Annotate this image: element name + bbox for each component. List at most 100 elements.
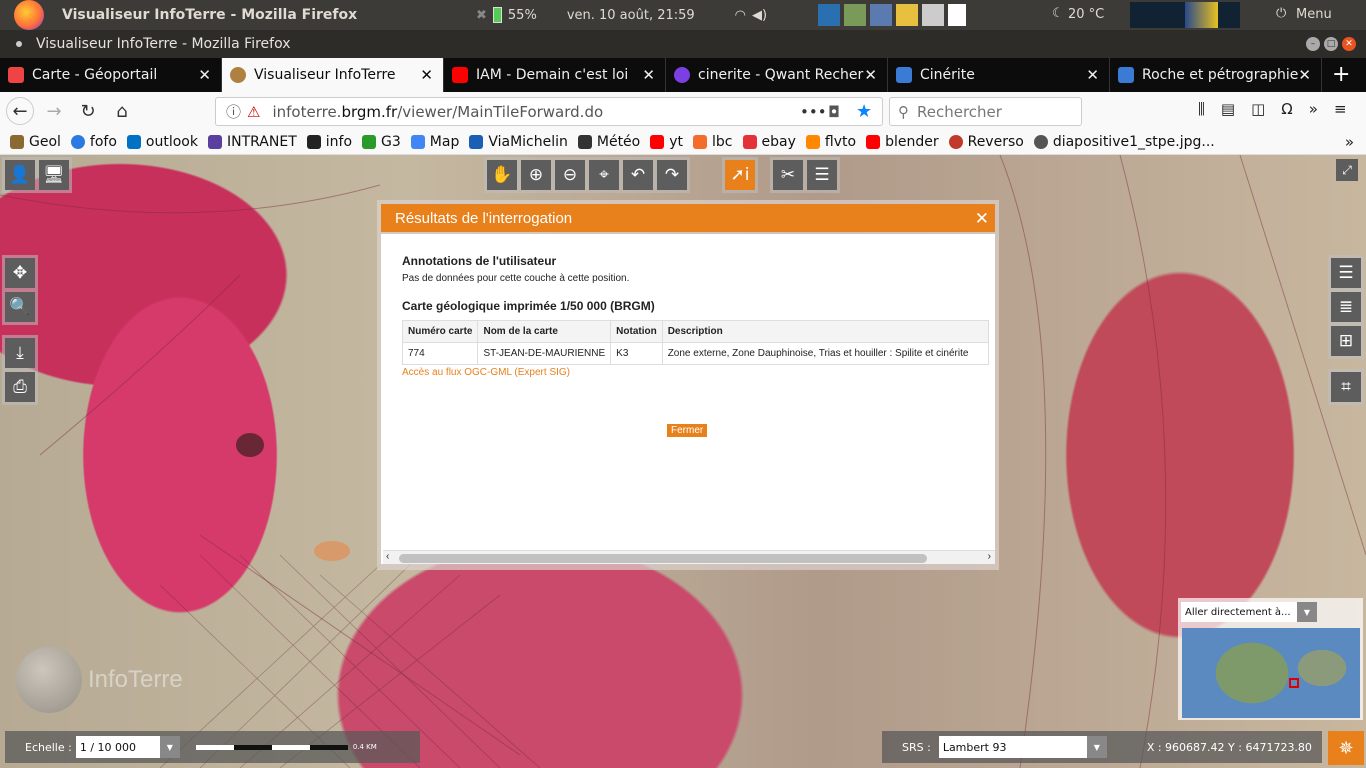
pan-hand-icon[interactable]: ✋ xyxy=(487,160,517,190)
fullscreen-icon[interactable]: ⤢ xyxy=(1336,159,1358,181)
ogc-gml-link[interactable]: Accès au flux OGC-GML (Expert SIG) xyxy=(402,367,570,378)
undo-icon[interactable]: ↶ xyxy=(623,160,653,190)
layers-panel-icon[interactable]: ☰ xyxy=(1331,258,1361,288)
page-actions-icon[interactable]: ••• xyxy=(800,103,827,121)
close-tab-icon[interactable]: ✕ xyxy=(420,66,433,84)
scroll-left-icon[interactable]: ‹ xyxy=(386,551,389,562)
reader-icon[interactable]: ▤ xyxy=(1221,100,1235,118)
search-map-icon[interactable]: 🔍 xyxy=(5,292,35,322)
tab-roche[interactable]: Roche et pétrographie ✕ xyxy=(1110,58,1322,92)
query-info-icon[interactable]: ➚i xyxy=(725,160,755,190)
scale-select[interactable]: 1 / 10 000 ▼ xyxy=(75,736,180,758)
legend-icon[interactable]: ≣ xyxy=(1331,292,1361,322)
bookmark-map[interactable]: Map xyxy=(410,134,459,150)
chevron-down-icon[interactable]: ▼ xyxy=(159,736,180,758)
tab-infoterre[interactable]: Visualiseur InfoTerre ✕ xyxy=(222,58,444,92)
maximize-button[interactable]: □ xyxy=(1324,37,1338,51)
print-icon[interactable]: ⎙ xyxy=(5,372,35,402)
overflow-icon[interactable]: » xyxy=(1309,100,1318,118)
bookmark-outlook[interactable]: outlook xyxy=(126,134,198,150)
srs-select[interactable]: Lambert 93 ▼ xyxy=(938,736,1107,758)
close-tab-icon[interactable]: ✕ xyxy=(1086,66,1099,84)
bookmark-g3[interactable]: G3 xyxy=(362,134,401,150)
minimize-button[interactable]: – xyxy=(1306,37,1320,51)
layers-icon[interactable]: ☰ xyxy=(807,160,837,190)
url-bar[interactable]: ⓘ ⚠ infoterre. brgm.fr/viewer/MainTileFor… xyxy=(215,97,883,126)
search-input[interactable]: ⚲ Rechercher xyxy=(889,97,1082,126)
calculator-icon[interactable] xyxy=(870,4,892,26)
tab-qwant[interactable]: cinerite - Qwant Recher ✕ xyxy=(666,58,888,92)
close-dialog-button[interactable]: Fermer xyxy=(667,424,708,437)
tab-iam[interactable]: IAM - Demain c'est loi ✕ xyxy=(444,58,666,92)
compass-icon[interactable]: ✵ xyxy=(1328,731,1364,765)
scrollbar-thumb[interactable] xyxy=(399,554,927,563)
battery-icon[interactable] xyxy=(492,7,502,23)
info-icon[interactable]: ⓘ xyxy=(226,101,241,122)
redo-icon[interactable]: ↷ xyxy=(657,160,687,190)
bookmarks-overflow-icon[interactable]: » xyxy=(1345,133,1354,151)
close-tab-icon[interactable]: ✕ xyxy=(1298,66,1311,84)
menu-icon[interactable]: ≡ xyxy=(1334,100,1347,118)
sync-icon[interactable]: Ω xyxy=(1281,100,1292,118)
bookmark-blender[interactable]: blender xyxy=(866,134,939,150)
display-icon[interactable]: 🖥 xyxy=(39,160,69,190)
add-layer-icon[interactable]: ⊞ xyxy=(1331,326,1361,356)
bookmark-lbc[interactable]: lbc xyxy=(693,134,733,150)
close-window-button[interactable]: ✕ xyxy=(1342,37,1356,51)
bookmark-intranet[interactable]: INTRANET xyxy=(207,134,297,150)
close-tab-icon[interactable]: ✕ xyxy=(642,66,655,84)
bookmark-reverso[interactable]: Reverso xyxy=(948,134,1024,150)
bookmark-ebay[interactable]: ebay xyxy=(742,134,796,150)
close-tab-icon[interactable]: ✕ xyxy=(864,66,877,84)
chevron-down-icon[interactable]: ▼ xyxy=(1086,736,1107,758)
os-menu[interactable]: Menu xyxy=(1296,7,1332,22)
goto-select[interactable]: Aller directement à... ▼ xyxy=(1181,602,1317,622)
document-icon[interactable] xyxy=(948,4,966,26)
tab-cinerite[interactable]: Cinérite ✕ xyxy=(888,58,1110,92)
home-folder-icon[interactable] xyxy=(844,4,866,26)
zoom-extent-icon[interactable]: ⌖ xyxy=(589,160,619,190)
bookmark-info[interactable]: info xyxy=(306,134,352,150)
app-icon[interactable] xyxy=(818,4,840,26)
chevron-down-icon[interactable]: ▼ xyxy=(1297,602,1317,622)
volume-icon[interactable]: ◀) xyxy=(752,8,767,23)
tools-icon[interactable]: ✂ xyxy=(773,160,803,190)
bookmark-geol[interactable]: Geol xyxy=(10,134,61,150)
horizontal-scrollbar[interactable]: ‹ › xyxy=(383,550,995,564)
sidebar-icon[interactable]: ◫ xyxy=(1251,100,1265,118)
system-monitor[interactable] xyxy=(1130,2,1240,28)
weather-temp[interactable]: 20 °C xyxy=(1068,7,1104,22)
bookmark-meteo[interactable]: Météo xyxy=(577,134,640,150)
home-icon[interactable]: ⌂ xyxy=(108,97,136,125)
firefox-icon[interactable] xyxy=(14,0,44,30)
bookmark-star-icon[interactable]: ★ xyxy=(856,101,872,122)
close-all-icon[interactable]: ✖ xyxy=(476,8,487,23)
user-icon[interactable]: 👤 xyxy=(5,160,35,190)
zoom-in-icon[interactable]: ⊕ xyxy=(521,160,551,190)
zoom-out-icon[interactable]: ⊖ xyxy=(555,160,585,190)
download-icon[interactable]: ⤓ xyxy=(5,338,35,368)
move-icon[interactable]: ✥ xyxy=(5,258,35,288)
clock[interactable]: ven. 10 août, 21:59 xyxy=(567,8,695,23)
close-icon[interactable]: ✕ xyxy=(975,209,989,229)
folder-icon[interactable] xyxy=(896,4,918,26)
camera-icon[interactable] xyxy=(922,4,944,26)
library-icon[interactable]: ⫼ xyxy=(1198,100,1205,118)
close-tab-icon[interactable]: ✕ xyxy=(198,66,211,84)
overview-map[interactable] xyxy=(1182,628,1360,718)
bookmark-fofo[interactable]: fofo xyxy=(70,134,117,150)
new-tab-button[interactable]: + xyxy=(1332,58,1350,92)
bookmark-diapositive[interactable]: diapositive1_stpe.jpg... xyxy=(1033,134,1215,150)
tab-geoportail[interactable]: Carte - Géoportail ✕ xyxy=(0,58,222,92)
pocket-icon[interactable]: ◘ xyxy=(828,103,840,121)
reload-icon[interactable]: ↻ xyxy=(74,97,102,125)
back-icon[interactable]: ← xyxy=(6,97,34,125)
wifi-icon[interactable]: ◠ xyxy=(735,8,746,23)
bookmark-yt[interactable]: yt xyxy=(650,134,683,150)
crop-icon[interactable]: ⌗ xyxy=(1331,372,1361,402)
forward-icon[interactable]: → xyxy=(40,97,68,125)
power-icon[interactable]: ⏻ xyxy=(1276,6,1286,21)
bookmark-viamichelin[interactable]: ViaMichelin xyxy=(469,134,568,150)
bookmark-flvto[interactable]: flvto xyxy=(805,134,856,150)
scroll-right-icon[interactable]: › xyxy=(988,551,991,562)
